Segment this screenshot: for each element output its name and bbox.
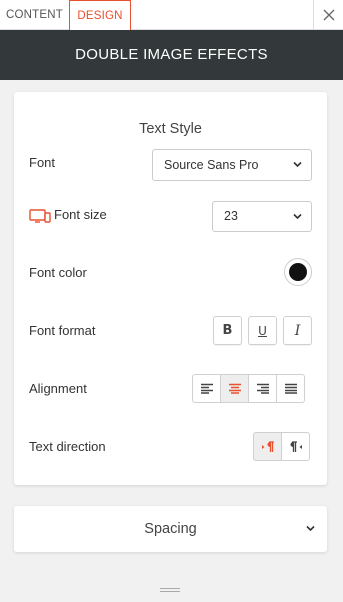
font-format-label: Font format	[29, 323, 96, 338]
tab-bar: CONTENT DESIGN	[0, 0, 343, 30]
font-color-picker[interactable]	[284, 258, 312, 286]
italic-glyph: I	[294, 322, 301, 339]
header-title: DOUBLE IMAGE EFFECTS	[75, 46, 268, 63]
responsive-devices-icon[interactable]	[29, 209, 51, 223]
font-select-value: Source Sans Pro	[164, 158, 259, 172]
underline-glyph: U	[258, 323, 267, 338]
font-select[interactable]: Source Sans Pro	[152, 149, 312, 181]
panel-header: DOUBLE IMAGE EFFECTS	[0, 30, 343, 80]
align-left-button[interactable]	[192, 374, 221, 403]
font-color-dot	[289, 263, 307, 281]
alignment-label: Alignment	[29, 381, 87, 396]
font-color-label: Font color	[29, 265, 87, 280]
bold-button[interactable]: B	[213, 316, 242, 345]
align-right-button[interactable]	[248, 374, 277, 403]
text-direction-group	[253, 432, 310, 461]
close-icon	[323, 9, 334, 21]
paragraph-rtl-icon	[290, 440, 302, 452]
font-size-label: Font size	[54, 207, 107, 222]
align-center-icon	[228, 383, 241, 394]
section-title: Text Style	[139, 121, 202, 137]
align-left-icon	[200, 383, 213, 394]
italic-button[interactable]: I	[283, 316, 312, 345]
resize-grip-icon[interactable]	[160, 588, 180, 594]
chevron-down-icon	[293, 213, 302, 219]
align-justify-button[interactable]	[276, 374, 305, 403]
chevron-down-icon	[306, 525, 315, 532]
text-style-panel: Text Style Font Source Sans Pro Font siz…	[14, 92, 327, 485]
close-button[interactable]	[313, 0, 343, 30]
font-size-value: 23	[224, 209, 238, 223]
tab-content[interactable]: CONTENT	[0, 0, 69, 30]
font-label: Font	[29, 155, 56, 170]
spacing-section[interactable]: Spacing	[14, 506, 327, 552]
tab-design[interactable]: DESIGN	[69, 0, 131, 30]
alignment-group	[192, 374, 305, 403]
paragraph-ltr-icon	[261, 440, 274, 452]
underline-button[interactable]: U	[248, 316, 277, 345]
text-direction-label: Text direction	[29, 439, 106, 454]
align-right-icon	[256, 383, 269, 394]
align-center-button[interactable]	[220, 374, 249, 403]
align-justify-icon	[284, 383, 297, 394]
chevron-down-icon	[293, 161, 302, 168]
bold-glyph: B	[222, 323, 233, 338]
font-size-select[interactable]: 23	[212, 201, 312, 232]
spacing-label: Spacing	[144, 521, 197, 537]
direction-rtl-button[interactable]	[281, 432, 310, 461]
direction-ltr-button[interactable]	[253, 432, 282, 461]
